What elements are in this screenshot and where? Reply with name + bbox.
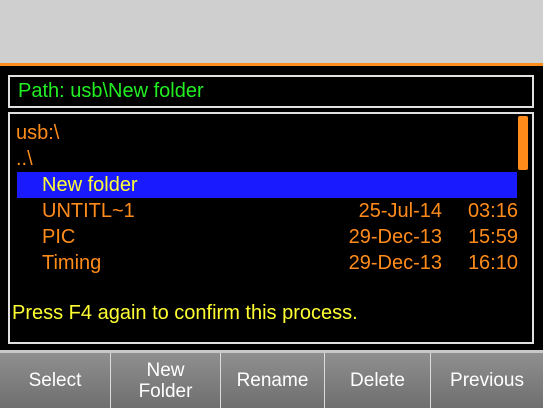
file-date: 29-Dec-13 (348, 226, 442, 248)
list-item[interactable]: Timing 29-Dec-13 16:10 (10, 250, 518, 276)
list-item-selected-folder[interactable]: New folder (17, 172, 517, 198)
scrollbar-thumb[interactable] (518, 116, 528, 170)
list-item-root[interactable]: usb:\ (10, 120, 518, 146)
scrollbar[interactable] (518, 116, 528, 342)
file-date: 29-Dec-13 (348, 252, 442, 274)
delete-button[interactable]: Delete (325, 353, 431, 408)
new-folder-label-line2: Folder (138, 380, 193, 402)
file-list[interactable]: usb:\ ..\ New folder UNTITL~1 25-Jul-14 … (8, 112, 534, 344)
file-date: 25-Jul-14 (358, 200, 442, 222)
list-item[interactable]: PIC 29-Dec-13 15:59 (10, 224, 518, 250)
rename-button[interactable]: Rename (221, 353, 325, 408)
file-time: 15:59 (467, 226, 518, 248)
new-folder-button[interactable]: New Folder (111, 353, 221, 408)
top-panel (0, 0, 543, 63)
file-time: 16:10 (467, 252, 518, 274)
parent-dir-label: ..\ (16, 148, 33, 170)
file-name: Timing (42, 252, 102, 274)
select-button[interactable]: Select (0, 353, 111, 408)
delete-button-label: Delete (350, 370, 405, 391)
file-browser-screen: Path: usb\New folder usb:\ ..\ New folde… (0, 66, 543, 350)
softkey-bar: Select New Folder Rename Delete Previous (0, 350, 543, 408)
select-button-label: Select (28, 370, 82, 391)
file-name: PIC (42, 226, 76, 248)
list-item-parent[interactable]: ..\ (10, 146, 518, 172)
file-time: 03:16 (467, 200, 518, 222)
status-message: Press F4 again to confirm this process. (12, 302, 358, 324)
folder-name: New folder (42, 174, 138, 196)
previous-button-label: Previous (450, 370, 524, 391)
list-item[interactable]: UNTITL~1 25-Jul-14 03:16 (10, 198, 518, 224)
rename-button-label: Rename (236, 370, 309, 391)
file-name: UNTITL~1 (42, 200, 135, 222)
new-folder-button-label: New Folder (139, 360, 193, 402)
root-drive-label: usb:\ (16, 122, 60, 144)
path-display: Path: usb\New folder (8, 75, 534, 108)
previous-button[interactable]: Previous (431, 353, 543, 408)
new-folder-label-line1: New (146, 359, 185, 381)
